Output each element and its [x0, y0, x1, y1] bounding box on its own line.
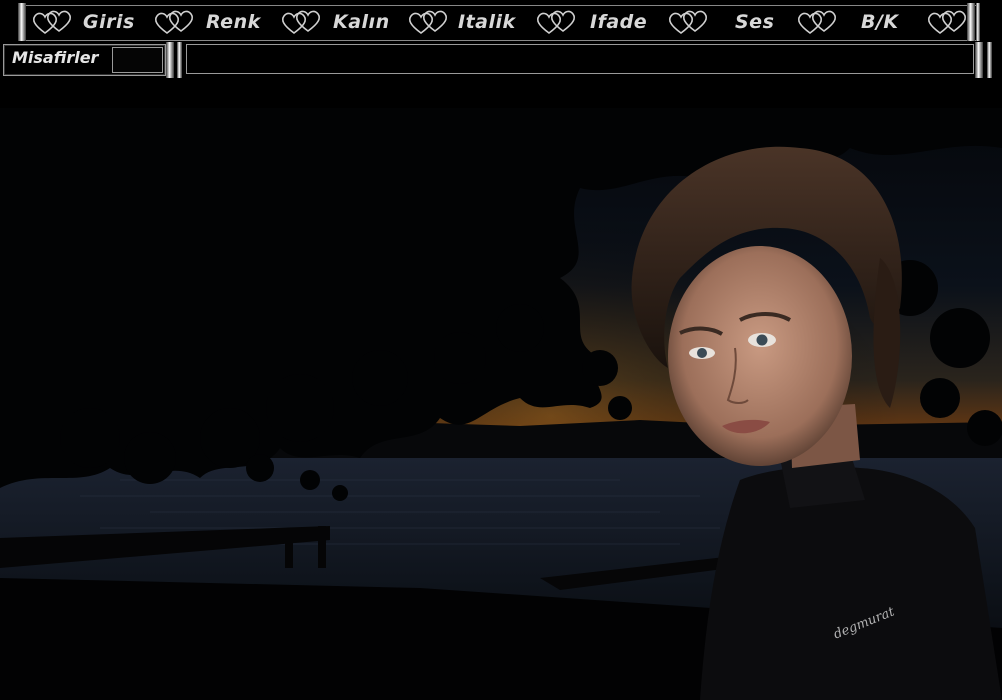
background-photo: degmurat — [0, 108, 1002, 700]
row-pillar-1 — [166, 42, 174, 78]
sunset-portrait-image — [0, 108, 1002, 700]
toolbar-item-label: Ifade — [590, 11, 648, 33]
hearts-icon — [666, 8, 710, 36]
guest-count — [112, 47, 163, 73]
hearts-icon — [30, 8, 74, 36]
toolbar-item-label: Giris — [83, 11, 135, 33]
toolbar-item-label: B/K — [861, 11, 899, 33]
toolbar-italik-button[interactable]: Italik — [458, 3, 516, 41]
toolbar-item-label: Italik — [458, 11, 516, 33]
toolbar-bk-button[interactable]: B/K — [861, 3, 899, 41]
row-pillar-3 — [975, 42, 983, 78]
toolbar-pillar-left — [18, 3, 26, 41]
hearts-icon — [279, 8, 323, 36]
toolbar-renk-button[interactable]: Renk — [206, 3, 261, 41]
chat-row: Misafirler — [0, 42, 1002, 78]
chat-input[interactable] — [186, 44, 974, 74]
hearts-icon — [925, 8, 969, 36]
hearts-icon — [795, 8, 839, 36]
toolbar-ifade-button[interactable]: Ifade — [590, 3, 647, 41]
row-pillar-4 — [987, 42, 992, 78]
hearts-icon — [406, 8, 450, 36]
toolbar-ses-button[interactable]: Ses — [735, 3, 774, 41]
toolbar-pillar-right-2 — [976, 3, 980, 41]
toolbar-giris-button[interactable]: Giris — [83, 3, 135, 41]
toolbar-item-label: Renk — [206, 11, 261, 33]
toolbar-kalin-button[interactable]: Kalın — [333, 3, 390, 41]
toolbar-item-label: Ses — [735, 11, 775, 33]
hearts-icon — [534, 8, 578, 36]
toolbar: Giris Renk Kalın Italik Ifade Ses B/K — [0, 3, 1002, 41]
toolbar-item-label: Kalın — [333, 11, 390, 33]
row-pillar-2 — [177, 42, 182, 78]
hearts-icon — [152, 8, 196, 36]
guests-button[interactable]: Misafirler — [3, 44, 166, 76]
guests-label: Misafirler — [12, 48, 99, 67]
